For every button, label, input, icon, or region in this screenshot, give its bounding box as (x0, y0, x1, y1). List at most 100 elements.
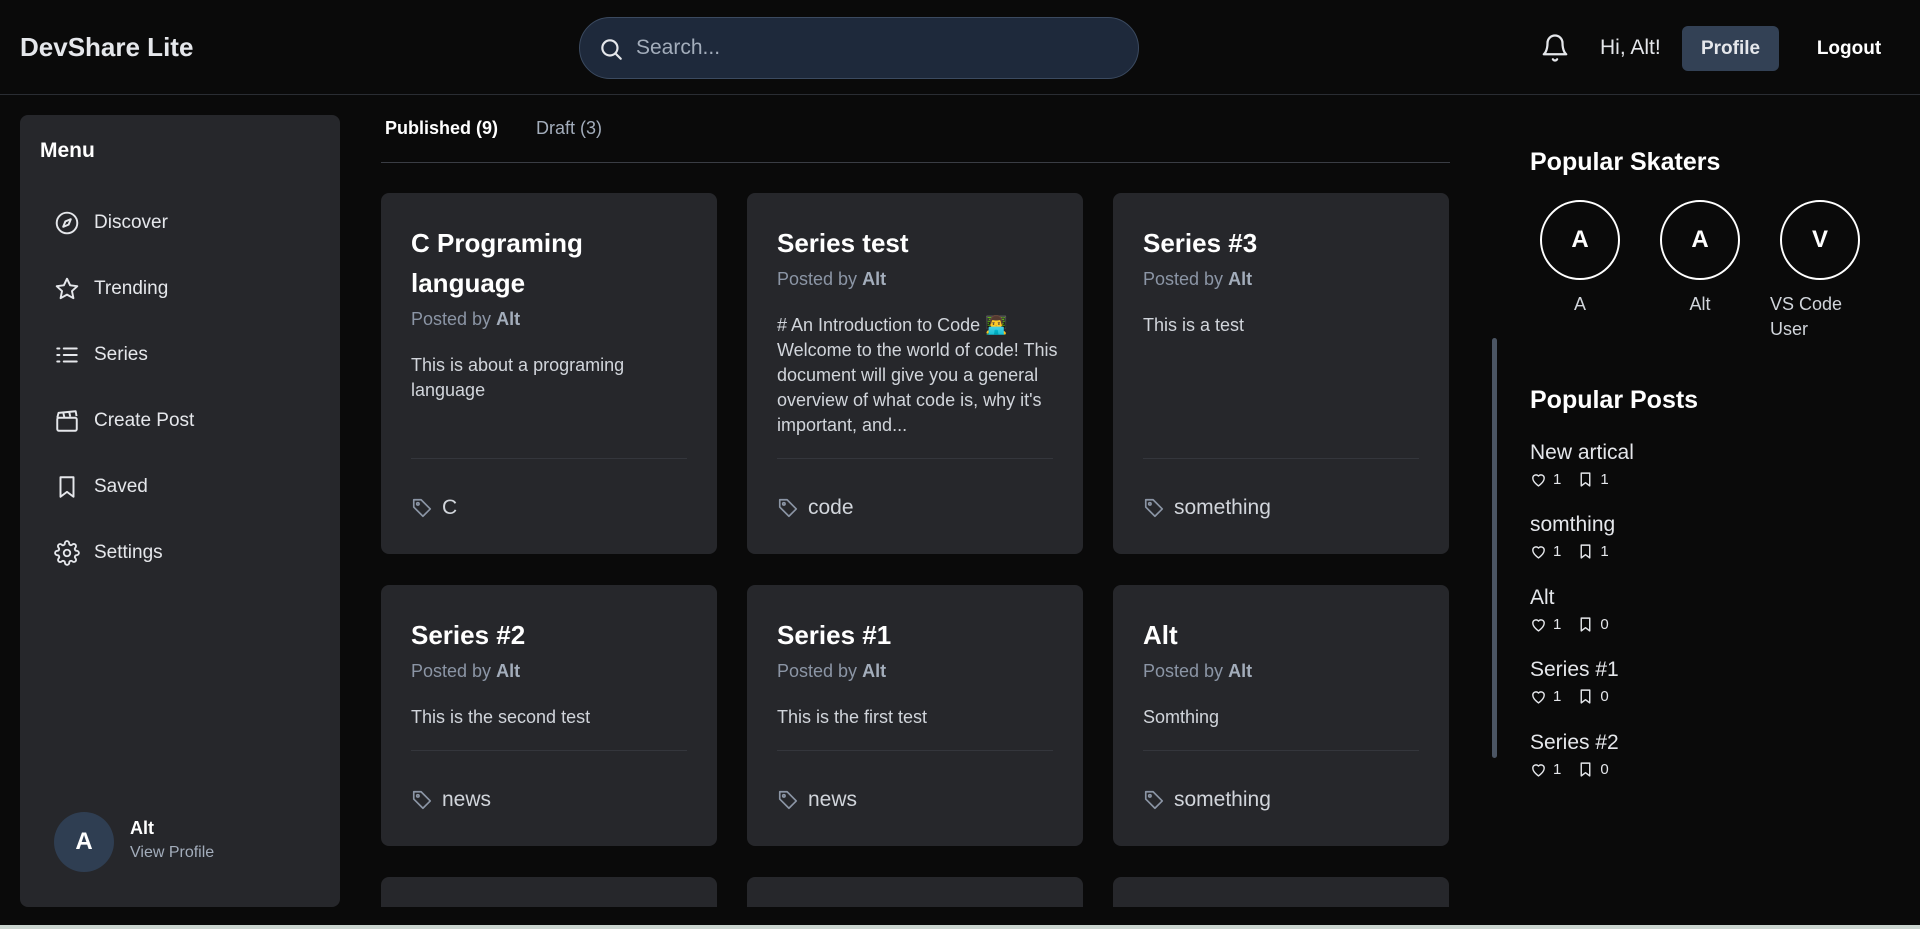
post-card-partial[interactable] (747, 877, 1083, 907)
tag-label: C (442, 496, 458, 519)
popular-post-item[interactable]: New artical 1 1 (1530, 441, 1830, 488)
post-author[interactable]: Alt (1228, 661, 1252, 681)
post-tag[interactable]: code (777, 493, 854, 523)
profile-button[interactable]: Profile (1682, 26, 1779, 71)
bookmark-icon (1580, 689, 1591, 704)
heart-icon (1532, 691, 1545, 704)
like-count: 1 (1553, 471, 1562, 488)
tab-published[interactable]: Published (9) (385, 118, 498, 139)
skater-item[interactable]: A Alt (1650, 200, 1750, 317)
post-meta: Posted by Alt (777, 269, 886, 290)
tag-icon (1144, 790, 1164, 810)
popular-post-title[interactable]: New artical (1530, 441, 1830, 465)
popular-post-item[interactable]: Alt 1 0 (1530, 586, 1830, 633)
popular-post-title[interactable]: Alt (1530, 586, 1830, 610)
card-divider (411, 750, 687, 751)
bookmark-icon (1580, 544, 1591, 559)
sidebar-user-card[interactable]: A Alt View Profile (54, 812, 314, 872)
post-title[interactable]: C Programing language (411, 223, 701, 303)
user-name: Alt (130, 818, 154, 838)
post-excerpt: Somthing (1143, 707, 1220, 727)
sidebar-item-create-post[interactable]: Create Post (54, 401, 314, 441)
sidebar-item-settings[interactable]: Settings (54, 533, 314, 573)
post-card[interactable]: C Programing language Posted by Alt This… (381, 193, 717, 554)
post-stats: 1 1 (1530, 471, 1830, 488)
popular-post-title[interactable]: Series #2 (1530, 731, 1830, 755)
skater-name: VS Code User (1770, 294, 1843, 339)
post-author[interactable]: Alt (496, 309, 520, 329)
post-author[interactable]: Alt (496, 661, 520, 681)
post-title[interactable]: Series test (777, 223, 1067, 263)
post-meta: Posted by Alt (1143, 661, 1252, 682)
post-card[interactable]: Series #3 Posted by Alt This is a test s… (1113, 193, 1449, 554)
bookmark-icon (1580, 472, 1591, 487)
scrollbar-thumb[interactable] (1492, 338, 1497, 758)
post-stats: 1 0 (1530, 616, 1830, 633)
tag-label: news (808, 788, 858, 811)
sidebar-item-label: Settings (94, 542, 163, 563)
post-author[interactable]: Alt (862, 661, 886, 681)
compass-icon (55, 211, 79, 235)
post-card[interactable]: Series #1 Posted by Alt This is the firs… (747, 585, 1083, 846)
card-divider (1143, 750, 1419, 751)
post-author[interactable]: Alt (1228, 269, 1252, 289)
card-divider (777, 750, 1053, 751)
post-title[interactable]: Series #1 (777, 615, 1067, 655)
posted-by-label: Posted by (1143, 661, 1224, 681)
post-tag[interactable]: something (1143, 785, 1271, 815)
post-meta: Posted by Alt (777, 661, 886, 682)
top-header: DevShare Lite Hi, Alt! Profile Logout (0, 0, 1920, 95)
sidebar-item-label: Trending (94, 278, 169, 299)
popular-post-item[interactable]: Series #2 1 0 (1530, 731, 1830, 778)
bookmark-icon (1580, 617, 1591, 632)
post-title[interactable]: Series #3 (1143, 223, 1433, 263)
popular-post-item[interactable]: somthing 1 1 (1530, 513, 1830, 560)
post-title[interactable]: Alt (1143, 615, 1433, 655)
search-input[interactable] (636, 28, 1116, 68)
card-divider (777, 458, 1053, 459)
like-count: 1 (1553, 616, 1562, 633)
post-card[interactable]: Alt Posted by Alt Somthing something (1113, 585, 1449, 846)
post-meta: Posted by Alt (1143, 269, 1252, 290)
popular-post-title[interactable]: somthing (1530, 513, 1830, 537)
post-card-partial[interactable] (1113, 877, 1449, 907)
post-card[interactable]: Series test Posted by Alt # An Introduct… (747, 193, 1083, 554)
post-card-partial[interactable] (381, 877, 717, 907)
sidebar-item-discover[interactable]: Discover (54, 203, 314, 243)
popular-post-title[interactable]: Series #1 (1530, 658, 1830, 682)
skater-item[interactable]: A A (1530, 200, 1630, 317)
brand-logo[interactable]: DevShare Lite (20, 32, 193, 63)
post-tag[interactable]: news (777, 785, 857, 815)
sidebar-item-saved[interactable]: Saved (54, 467, 314, 507)
save-count: 0 (1600, 761, 1609, 778)
sidebar-item-trending[interactable]: Trending (54, 269, 314, 309)
bottom-edge (0, 925, 1920, 929)
view-profile-link[interactable]: View Profile (130, 844, 214, 862)
popular-skaters-title: Popular Skaters (1530, 148, 1721, 176)
post-status-tabs: Published (9) Draft (3) (381, 108, 1450, 163)
heart-icon (1532, 546, 1545, 559)
sidebar-item-series[interactable]: Series (54, 335, 314, 375)
skater-name: A (1573, 294, 1586, 314)
skater-item[interactable]: V VS Code User (1770, 200, 1870, 342)
bell-icon[interactable] (1540, 32, 1570, 64)
post-tag[interactable]: C (411, 493, 457, 523)
tab-draft[interactable]: Draft (3) (536, 118, 602, 139)
post-tag[interactable]: news (411, 785, 491, 815)
search-bar[interactable] (579, 17, 1139, 79)
heart-icon (1532, 619, 1545, 632)
post-card[interactable]: Series #2 Posted by Alt This is the seco… (381, 585, 717, 846)
post-title[interactable]: Series #2 (411, 615, 701, 655)
app-page: DevShare Lite Hi, Alt! Profile Logout Me… (0, 0, 1920, 929)
post-tag[interactable]: something (1143, 493, 1271, 523)
post-stats: 1 0 (1530, 761, 1830, 778)
like-count: 1 (1553, 761, 1562, 778)
search-icon (601, 39, 622, 60)
posted-by-label: Posted by (777, 661, 858, 681)
skater-name: Alt (1689, 294, 1711, 314)
tag-icon (1144, 498, 1164, 518)
logout-button[interactable]: Logout (1800, 26, 1898, 71)
post-author[interactable]: Alt (862, 269, 886, 289)
sidebar-item-label: Create Post (94, 410, 195, 431)
popular-post-item[interactable]: Series #1 1 0 (1530, 658, 1830, 705)
